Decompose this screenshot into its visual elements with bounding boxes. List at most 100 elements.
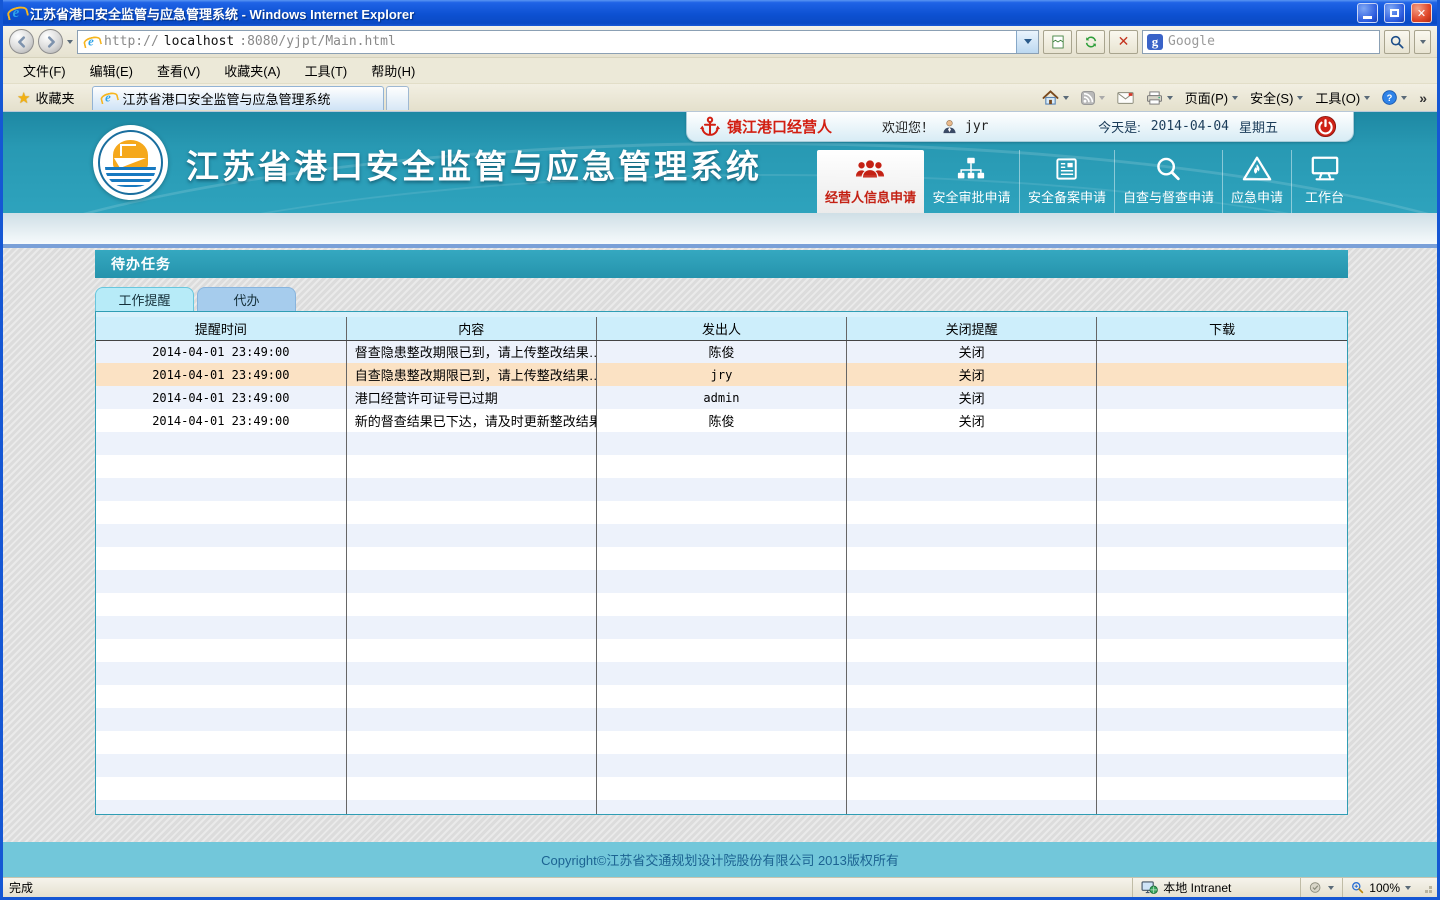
chevron-down-icon xyxy=(1232,96,1238,100)
table-row-empty xyxy=(96,777,1347,800)
tab-work-reminder[interactable]: 工作提醒 xyxy=(95,287,194,311)
browser-tab[interactable]: e 江苏省港口安全监管与应急管理系统 xyxy=(92,86,384,110)
logo-emblem-icon xyxy=(98,130,163,195)
panel-tabs: 工作提醒 代办 xyxy=(95,287,1348,311)
page-content: 待办任务 工作提醒 代办 提醒时间 内容 发出人 关闭提醒 xyxy=(3,248,1437,842)
close-reminder-link[interactable]: 关闭 xyxy=(959,345,985,360)
table-row-empty xyxy=(96,547,1347,570)
window-title: 江苏省港口安全监管与应急管理系统 - Windows Internet Expl… xyxy=(30,4,1351,23)
todo-panel: 待办任务 工作提醒 代办 提醒时间 内容 发出人 关闭提醒 xyxy=(95,250,1348,815)
chevron-down-icon xyxy=(1167,96,1173,100)
table-row-empty xyxy=(96,639,1347,662)
user-bar: 镇江港口经营人 欢迎您！ jyr 今天是: 2014-04-04 星期五 xyxy=(686,112,1354,142)
tab-todo[interactable]: 代办 xyxy=(197,287,296,311)
help-button[interactable]: ? xyxy=(1382,90,1407,105)
role-badge-label: 镇江港口经营人 xyxy=(727,116,832,137)
help-icon: ? xyxy=(1382,90,1397,105)
search-icon xyxy=(1390,35,1404,49)
nav-emergency[interactable]: 应急申请 xyxy=(1222,150,1291,213)
table-row-empty xyxy=(96,662,1347,685)
cell-time: 2014-04-01 23:49:00 xyxy=(96,386,346,409)
minimize-icon xyxy=(1363,16,1372,19)
google-icon: g xyxy=(1147,34,1163,50)
chevron-down-icon xyxy=(1364,96,1370,100)
chevron-down-icon xyxy=(1405,886,1411,890)
print-button[interactable] xyxy=(1146,91,1173,105)
menu-view[interactable]: 查看(V) xyxy=(145,58,212,83)
table-row-empty xyxy=(96,708,1347,731)
table-header-row: 提醒时间 内容 发出人 关闭提醒 下载 xyxy=(96,317,1347,340)
app-logo xyxy=(93,125,168,200)
table-row: 2014-04-01 23:49:00 新的督查结果已下达，请及时更新整改结果 … xyxy=(96,409,1347,432)
nav-label: 安全审批申请 xyxy=(932,187,1010,206)
compatibility-view-button[interactable] xyxy=(1043,30,1072,54)
menu-favorites[interactable]: 收藏夹(A) xyxy=(212,58,292,83)
protected-mode-button[interactable] xyxy=(1300,878,1334,897)
logout-button[interactable] xyxy=(1314,115,1337,138)
cell-download xyxy=(1097,340,1347,363)
chevron-down-icon xyxy=(1024,39,1032,44)
favorites-button[interactable]: ★ 收藏夹 xyxy=(9,86,82,109)
nav-safety-filing[interactable]: 安全备案申请 xyxy=(1019,150,1114,213)
zoom-icon xyxy=(1351,881,1364,894)
table-row-empty xyxy=(96,478,1347,501)
nav-operator-info[interactable]: 经营人信息申请 xyxy=(817,150,924,213)
close-reminder-link[interactable]: 关闭 xyxy=(959,391,985,406)
cell-content: 自查隐患整改期限已到，请上传整改结果… xyxy=(346,363,596,386)
favorites-bar: ★ 收藏夹 e 江苏省港口安全监管与应急管理系统 xyxy=(3,84,1437,112)
address-input[interactable]: e http://localhost:8080/yjpt/Main.html xyxy=(77,30,1039,54)
menu-edit[interactable]: 编辑(E) xyxy=(78,58,145,83)
command-bar: 页面(P) 安全(S) 工具(O) ? » xyxy=(1042,88,1431,107)
menu-tools[interactable]: 工具(T) xyxy=(293,58,360,83)
back-button[interactable] xyxy=(9,29,34,54)
toolbar-overflow-button[interactable]: » xyxy=(1419,90,1427,106)
main-nav: 经营人信息申请 安全审批申请 安全备案申请 自查与督查申请 应急申请 xyxy=(817,150,1357,213)
welcome-label: 欢迎您！ xyxy=(882,117,934,136)
nav-self-inspection[interactable]: 自查与督查申请 xyxy=(1114,150,1222,213)
search-button[interactable] xyxy=(1384,30,1410,54)
chevron-down-icon xyxy=(1328,886,1334,890)
chevron-down-icon xyxy=(1401,96,1407,100)
title-bar: e 江苏省港口安全监管与应急管理系统 - Windows Internet Ex… xyxy=(3,0,1437,26)
table-row-empty xyxy=(96,432,1347,455)
search-input[interactable] xyxy=(1168,34,1375,49)
stop-button[interactable]: ✕ xyxy=(1109,30,1138,54)
home-button[interactable] xyxy=(1042,90,1069,105)
compatibility-icon xyxy=(1052,35,1064,49)
col-header-time: 提醒时间 xyxy=(96,317,346,340)
nav-safety-approval[interactable]: 安全审批申请 xyxy=(924,150,1019,213)
svg-text:?: ? xyxy=(1387,93,1393,103)
cell-content: 督查隐患整改期限已到，请上传整改结果… xyxy=(346,340,596,363)
table-row-empty xyxy=(96,731,1347,754)
search-options-dropdown[interactable] xyxy=(1414,30,1431,54)
zoom-control[interactable]: 100% xyxy=(1342,878,1411,897)
minimize-button[interactable] xyxy=(1357,3,1378,23)
app-footer: Copyright©江苏省交通规划设计院股份有限公司 2013版权所有 xyxy=(3,842,1437,877)
close-reminder-link[interactable]: 关闭 xyxy=(959,414,985,429)
resize-grip[interactable] xyxy=(1421,882,1433,894)
close-button[interactable]: ✕ xyxy=(1411,3,1432,23)
page-menu-button[interactable]: 页面(P) xyxy=(1185,88,1238,107)
forward-button[interactable] xyxy=(38,29,63,54)
home-icon xyxy=(1042,90,1059,105)
col-header-content: 内容 xyxy=(346,317,596,340)
menu-help[interactable]: 帮助(H) xyxy=(359,58,427,83)
power-icon xyxy=(1314,115,1337,138)
user-avatar-icon xyxy=(942,119,957,134)
close-reminder-link[interactable]: 关闭 xyxy=(959,368,985,383)
nav-workbench[interactable]: 工作台 xyxy=(1291,150,1357,213)
history-dropdown[interactable] xyxy=(67,40,73,44)
new-tab-button[interactable] xyxy=(386,86,409,110)
refresh-button[interactable] xyxy=(1076,30,1105,54)
cell-sender: admin xyxy=(596,386,846,409)
tools-menu-button[interactable]: 工具(O) xyxy=(1315,88,1370,107)
menu-file[interactable]: 文件(F) xyxy=(11,58,78,83)
sitemap-icon xyxy=(956,156,986,182)
table-row-empty xyxy=(96,524,1347,547)
feeds-button[interactable] xyxy=(1081,91,1105,105)
safety-menu-button[interactable]: 安全(S) xyxy=(1250,88,1303,107)
col-header-close: 关闭提醒 xyxy=(847,317,1097,340)
read-mail-button[interactable] xyxy=(1117,92,1134,104)
restore-button[interactable] xyxy=(1384,3,1405,23)
address-dropdown-button[interactable] xyxy=(1016,31,1038,53)
